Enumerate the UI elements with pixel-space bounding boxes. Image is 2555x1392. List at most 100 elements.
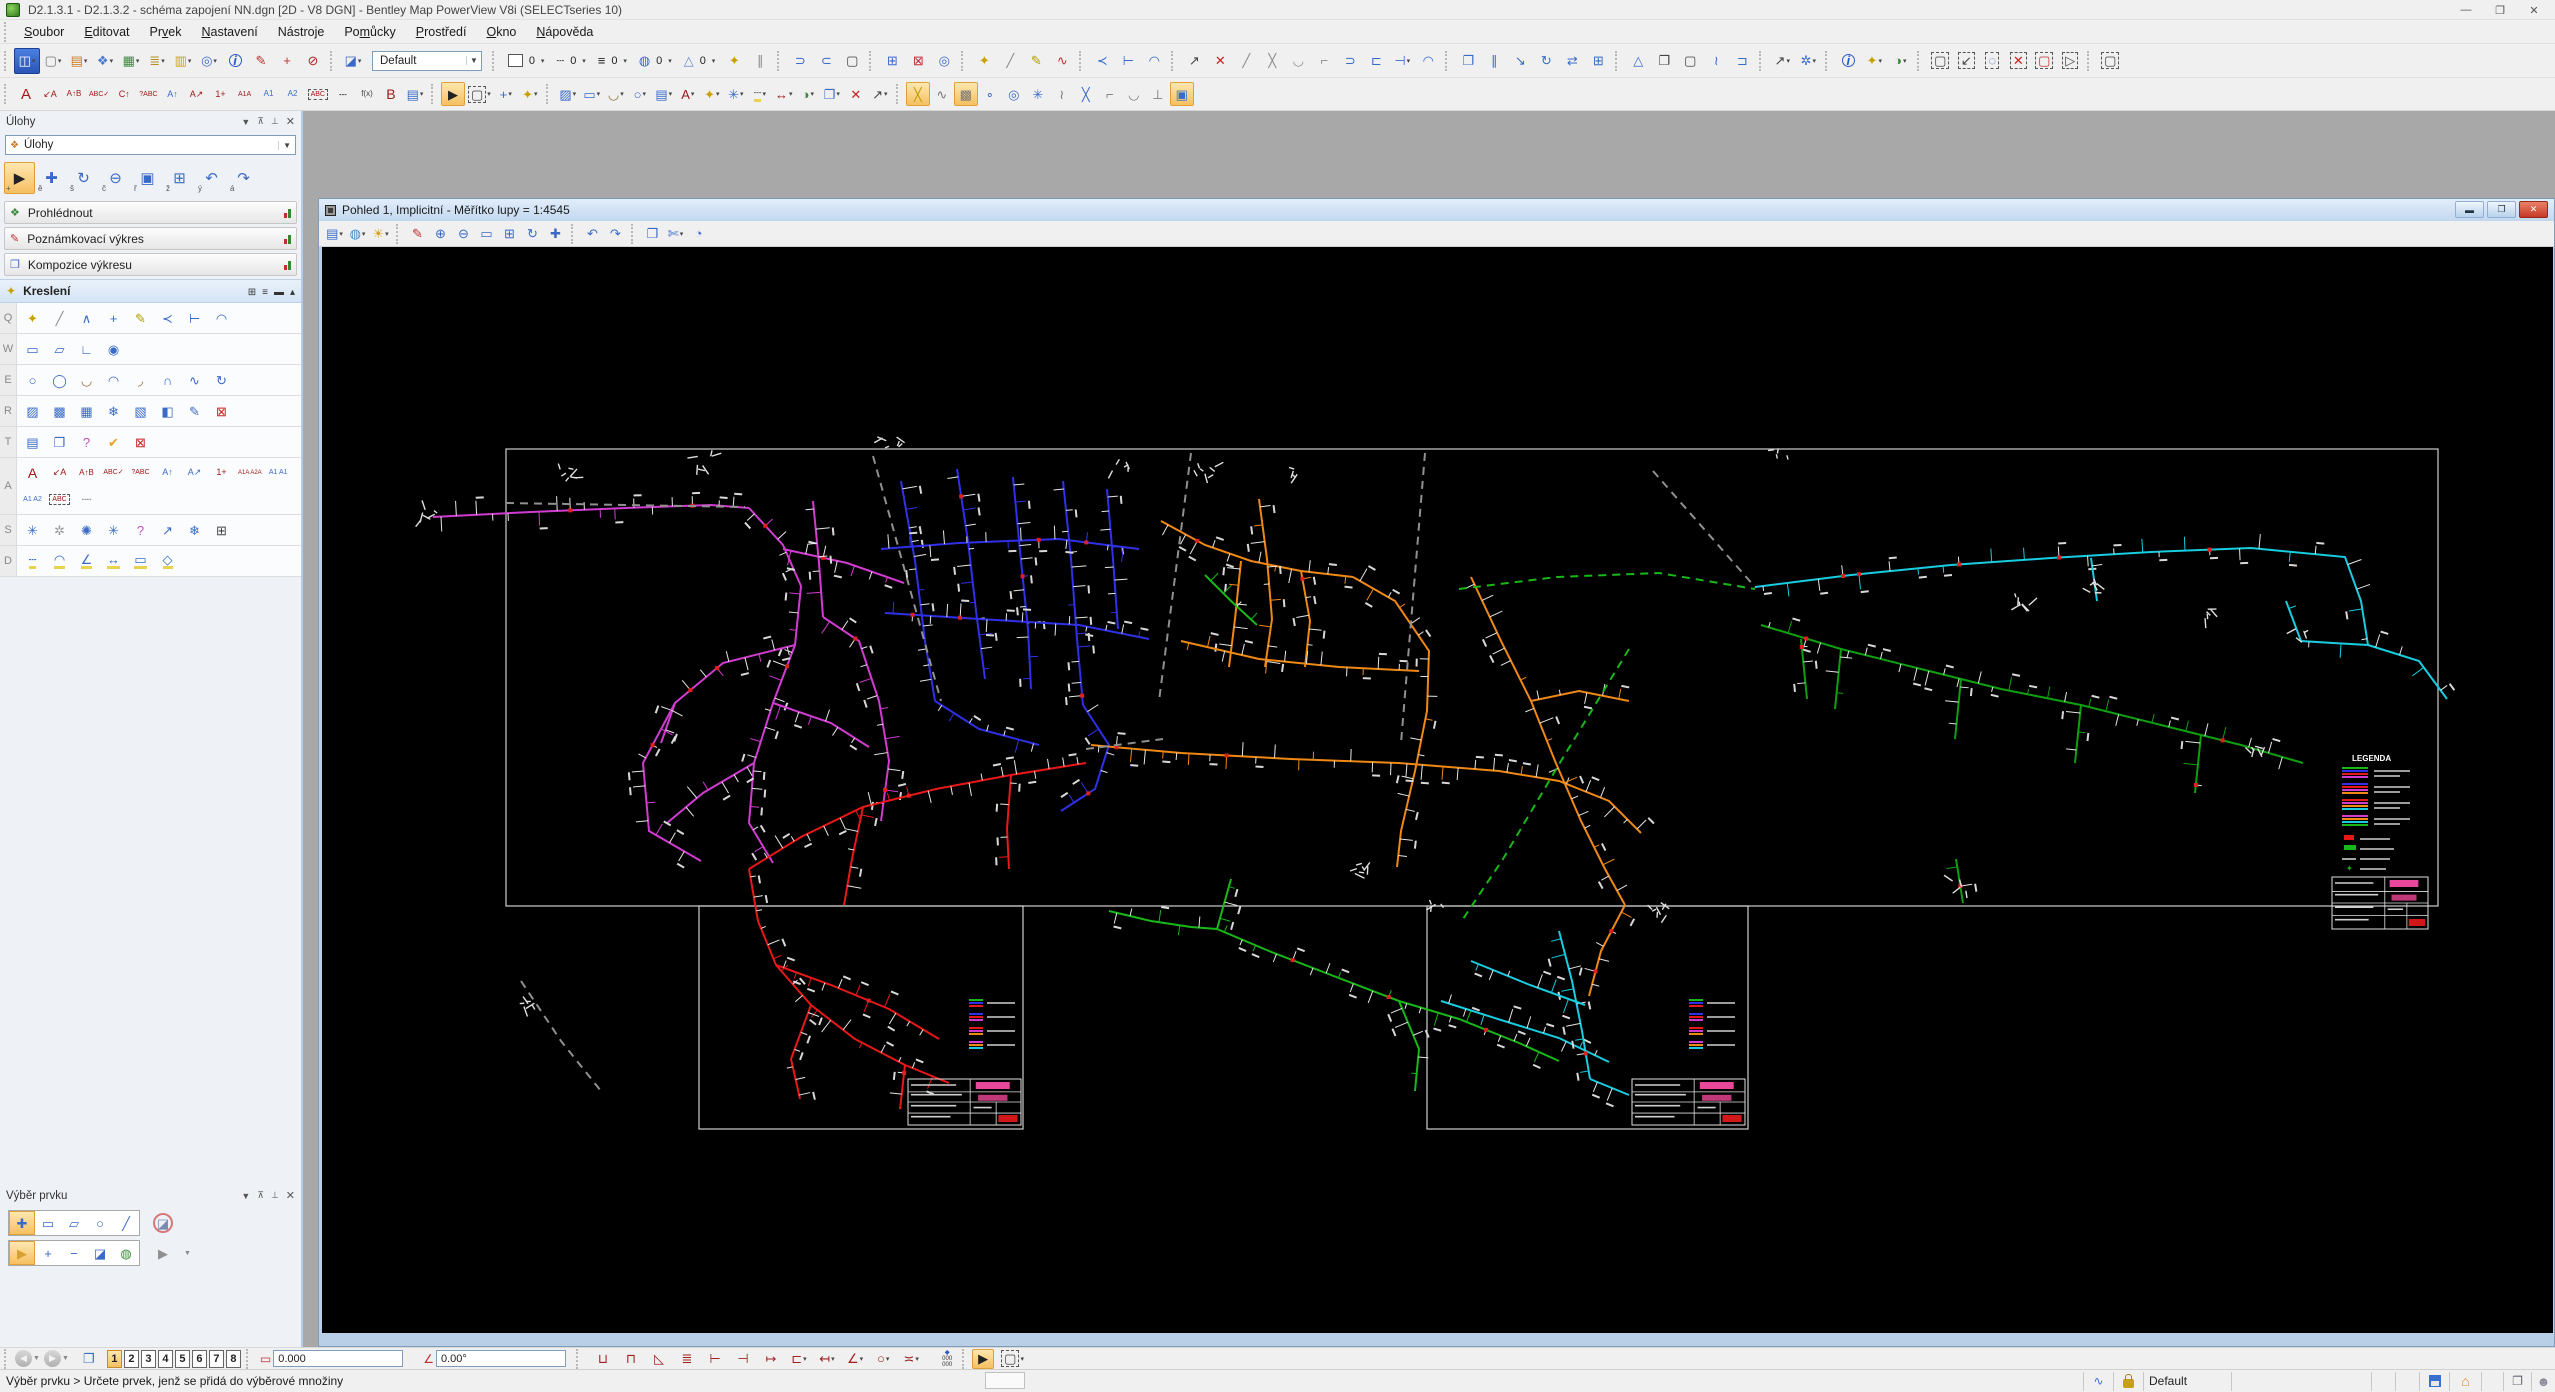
dimension-element-button[interactable]: ↔ ▾ — [772, 82, 796, 106]
construct-min-distance-q-button[interactable]: ⊢ — [181, 305, 208, 332]
new-file-button[interactable]: ▢ ▾ — [40, 48, 66, 74]
dimension-radial-button[interactable]: ◠ — [46, 548, 73, 575]
layout-view-icon[interactable]: ▴ — [290, 287, 295, 298]
dimension-linear-button[interactable]: ↔ — [100, 548, 127, 575]
tag-sets-button[interactable]: ▤ ▾ — [403, 82, 427, 106]
delete-element-button[interactable]: ✕ — [1207, 48, 1233, 74]
move-element-button[interactable]: ↗ — [1181, 48, 1207, 74]
accudraw-coordinates-button[interactable]: ◆ 000 000 — [936, 1349, 958, 1369]
menu-napoveda[interactable]: Nápověda — [526, 22, 603, 42]
fit-view-button[interactable]: ⊞ — [498, 223, 521, 245]
minimize-button[interactable]: — — [2449, 0, 2483, 20]
dim-circle-b-button[interactable]: ○ ▾ — [872, 1349, 894, 1369]
dim-angle-b-button[interactable]: ∠ ▾ — [844, 1349, 866, 1369]
element-selection-bottom-button[interactable]: ▶ — [972, 1348, 995, 1369]
place-active-point-button[interactable]: ↗ — [154, 517, 181, 544]
spell-checker-button[interactable]: ABC✓ — [86, 82, 112, 106]
mode-new-button[interactable]: ▶ — [9, 1241, 35, 1265]
mode-overlap-button[interactable]: ◪ — [150, 1210, 176, 1236]
view-toggle-1[interactable]: 1 — [106, 1349, 122, 1368]
place-bspline-curve-button[interactable]: ∿ — [181, 367, 208, 394]
copy-increment-enter-data-a-button[interactable]: A1A A2A — [235, 459, 265, 486]
change-text-attributes-a-button[interactable]: A↗ — [181, 459, 208, 486]
rotate-view-task-button[interactable]: ↻ š — [68, 162, 99, 194]
review-tags-button[interactable]: ? — [73, 429, 100, 456]
update-view-button[interactable]: ✎ — [406, 223, 429, 245]
create-group-button[interactable]: ❐ — [1651, 48, 1677, 74]
references-button[interactable]: ≣ ▾ — [144, 48, 170, 74]
place-ellipse-button[interactable]: ○ ▾ — [628, 82, 652, 106]
menu-editovat[interactable]: Editovat — [74, 22, 139, 42]
annotate-button[interactable]: ✦ ▾ — [700, 82, 724, 106]
snap-point-button[interactable]: + ▾ — [494, 82, 518, 106]
place-cell-matrix-button[interactable]: ✲ — [46, 517, 73, 544]
construct-bisector-q-button[interactable]: ≺ — [154, 305, 181, 332]
copy-enter-data-field-a-button[interactable]: A1 A1 — [265, 459, 292, 486]
raster-manager-button[interactable]: ▦ ▾ — [118, 48, 144, 74]
place-half-ellipse-button[interactable]: ∩ — [154, 367, 181, 394]
delete-element2-button[interactable]: ✕ — [844, 82, 868, 106]
toggle-grid-button[interactable]: ⊞ — [879, 48, 905, 74]
place-text-button[interactable]: A — [14, 82, 38, 106]
drop-line-string-button[interactable]: ≀ — [1703, 48, 1729, 74]
view-restore-button[interactable]: ❐ — [2487, 201, 2516, 218]
dimension-misc-button[interactable]: ◇ — [154, 548, 181, 575]
method-block-button[interactable]: ▭ — [35, 1211, 61, 1235]
auto-fill-enter-data-button[interactable]: A2 — [281, 82, 305, 106]
view-toggle-6[interactable]: 6 — [191, 1349, 207, 1368]
corner-joint-button[interactable]: ⌐ — [1098, 82, 1122, 106]
display-style-button[interactable]: ◍ ▾ — [346, 223, 369, 245]
fit-view-task-button[interactable]: ⊞ ž — [164, 162, 195, 194]
keypoint-snap-button[interactable]: ✦ — [721, 48, 747, 74]
field-function-button[interactable]: f(x) — [355, 82, 379, 106]
scale-element-button[interactable]: ↘ — [1507, 48, 1533, 74]
fitted-text-button[interactable]: ABC — [305, 82, 331, 106]
place-curve-node-button[interactable]: ◠ — [208, 305, 235, 332]
layout-view-icon[interactable]: ▬ — [274, 287, 284, 298]
chevron-down-icon[interactable]: ▼ — [33, 1355, 40, 1362]
view-toggle-7[interactable]: 7 — [208, 1349, 224, 1368]
place-line-q-button[interactable]: ╱ — [46, 305, 73, 332]
construct-chamfer-button[interactable]: ⌐ — [1311, 48, 1337, 74]
point-symbol-button[interactable]: ✳ — [1026, 82, 1050, 106]
dim-stacked-button[interactable]: ⊏ ▾ — [788, 1349, 810, 1369]
fitted-text-a-button[interactable]: ABC — [46, 486, 73, 513]
select-disabled-pointer-button[interactable]: ▶ — [150, 1240, 176, 1266]
dim-back-button[interactable]: ↤ ▾ — [816, 1349, 838, 1369]
extend-element-button[interactable]: ⊃ — [1337, 48, 1363, 74]
display-data-fields-a-button[interactable]: ┄┄ — [73, 486, 100, 513]
section-2-header[interactable]: ❐ Kompozice výkresu — [4, 253, 297, 276]
active-line-style-combobox[interactable]: ┄ 0 ▾ — [552, 51, 589, 71]
angle-input[interactable]: 0.00° — [435, 1350, 566, 1367]
dim-limits-button[interactable]: ≍ ▾ — [900, 1349, 922, 1369]
menu-okno[interactable]: Okno — [476, 22, 526, 42]
trim-element-button[interactable]: ⊣ ▾ — [1389, 48, 1415, 74]
delete-tags-button[interactable]: ⊠ — [127, 429, 154, 456]
cross-joint-button[interactable]: ╳ — [1074, 82, 1098, 106]
place-orthogonal-shape-button[interactable]: ∟ — [73, 336, 100, 363]
menubar-grip[interactable] — [4, 21, 10, 42]
view-close-button[interactable]: ✕ — [2519, 201, 2548, 218]
dim-single-location-button[interactable]: ↦ — [760, 1349, 782, 1369]
snap-mode-cell[interactable]: ∿ — [2083, 1371, 2113, 1391]
active-color-combobox[interactable]: 0 ▾ — [504, 52, 549, 69]
construct-intersection-button[interactable]: ╳ — [1259, 48, 1285, 74]
element-info-popup-button[interactable]: i — [1835, 48, 1861, 74]
place-point-button[interactable]: + — [100, 305, 127, 332]
manipulate-fence-contents-button[interactable]: ◌ — [1979, 48, 2005, 74]
construct-point-intersection-button[interactable]: ╳ — [905, 82, 930, 106]
selection-set-button[interactable]: ▣ — [1169, 82, 1194, 106]
sketch-button[interactable]: ✎ — [1023, 48, 1049, 74]
view-previous-button[interactable]: ↶ — [581, 223, 604, 245]
level-manager-button[interactable]: ▥ ▾ — [170, 48, 196, 74]
construct-arc-edge-button[interactable]: ◠ — [1141, 48, 1167, 74]
hatch-area-r-button[interactable]: ▨ — [19, 398, 46, 425]
fence-tools-button[interactable]: ▢ ▾ — [465, 82, 494, 106]
copy-enter-data-field-button[interactable]: A1 — [257, 82, 281, 106]
place-ellipse-e-button[interactable]: ◯ — [46, 367, 73, 394]
rotate-view-button[interactable]: ↻ — [521, 223, 544, 245]
select-and-place-cell-button[interactable]: ✺ — [73, 517, 100, 544]
chevron-down-icon[interactable]: ▼ — [241, 1191, 250, 1201]
view-toggle-8[interactable]: 8 — [225, 1349, 241, 1368]
zoom-in-button[interactable]: ⊕ — [429, 223, 452, 245]
